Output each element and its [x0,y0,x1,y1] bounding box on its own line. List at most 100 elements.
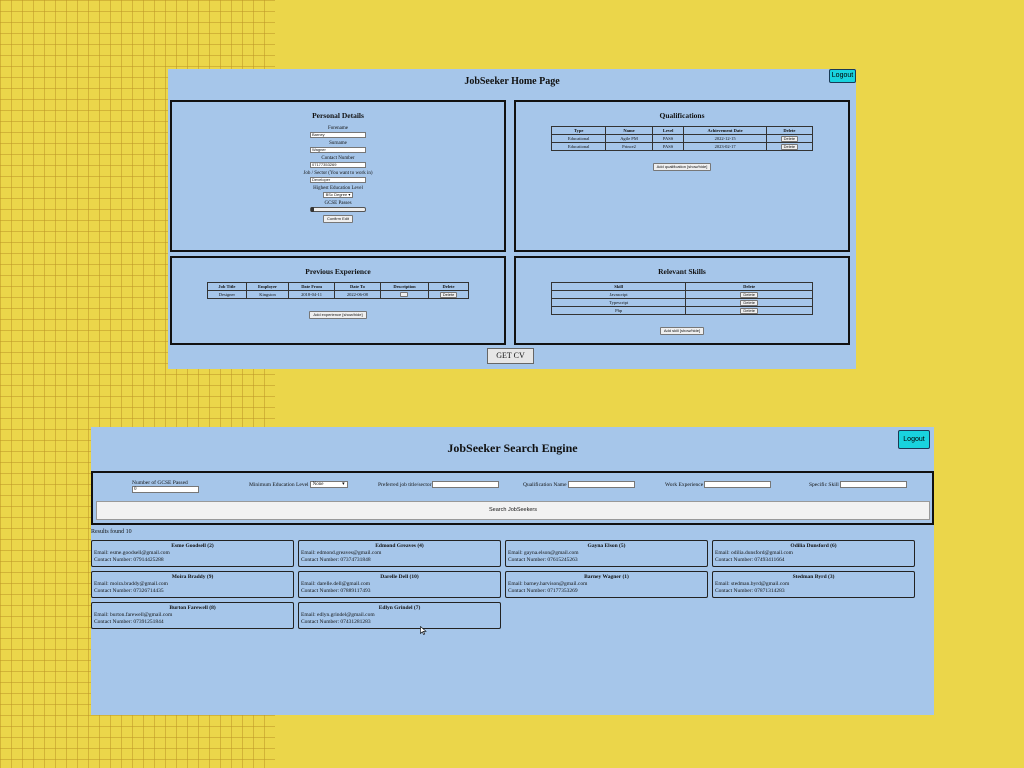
add-experience-button[interactable]: Add experience [show/hide] [309,311,367,319]
result-phone: Contact Number: 07374731848 [301,557,371,563]
result-card[interactable]: Stedman Byrd (3) Email: stedman.byrd@gma… [712,571,915,598]
education-level-select[interactable]: BSc Degree ▾ [322,192,354,198]
surname-input[interactable]: Wagner [310,147,366,153]
column-header: Employer [245,282,290,291]
education-filter: Minimum Education Level None ▾ [249,481,348,488]
table-cell: Educational [550,134,607,143]
contact-number-label: Contact Number [321,156,355,161]
chevron-down-icon: ▾ [342,482,345,487]
delete-button[interactable]: Delete [740,291,758,298]
confirm-edit-button[interactable]: Confirm Edit [322,215,353,223]
surname-label: Surname [329,141,347,146]
qualification-filter-input[interactable] [567,481,635,488]
result-name: Edmond Greaves (4) [375,543,424,549]
result-card[interactable]: Gayna Elson (5) Email: gayna.elson@gmail… [505,540,708,567]
table-cell: Delete [685,298,813,307]
skill-filter-input[interactable] [839,481,907,488]
result-name: Burton Farewell (8) [169,605,216,611]
table-cell: Educational [550,142,607,151]
table-cell: Delete [685,306,813,315]
table-cell: 2022-06-08 [333,290,381,299]
column-header: Delete [765,126,814,135]
delete-button[interactable]: Delete [740,299,758,306]
previous-experience-section: Previous Experience Job Title Employer D… [170,256,506,345]
result-phone: Contact Number: 07391251844 [94,619,164,625]
table-cell: Agile PM [605,134,653,143]
education-level-label: Highest Education Level [313,186,363,191]
table-cell: Delete [765,134,814,143]
column-header: Date To [333,282,381,291]
get-cv-button[interactable]: GET CV [487,348,534,364]
table-row: Javascript Delete [550,290,813,299]
experience-filter-input[interactable] [704,481,772,488]
table-cell [379,290,430,299]
result-card[interactable]: Burton Farewell (8) Email: burton.farewe… [91,602,294,629]
job-filter-input[interactable] [432,481,500,488]
skill-filter: Specific Skill [809,481,907,488]
page-title: JobSeeker Search Engine [447,441,578,455]
result-email: Email: moira.braddy@gmail.com [94,581,168,587]
delete-button[interactable]: Delete [780,135,799,142]
search-filters: Number of GCSE Passed 0 Minimum Educatio… [91,471,934,525]
result-email: Email: stedman.byrd@gmail.com [715,581,790,587]
result-card[interactable]: Edlyn Grindel (7) Email: edlyn.grindel@g… [298,602,501,629]
add-skill-button[interactable]: Add skill [show/hide] [659,327,705,335]
slider-thumb[interactable] [311,207,314,212]
result-card[interactable]: Esme Goodsell (2) Email: esme.goodsell@g… [91,540,294,567]
search-engine-window: Logout JobSeeker Search Engine Number of… [91,427,934,715]
column-header: Name [605,126,653,135]
result-email: Email: edmond.greaves@gmail.com [301,550,382,556]
column-header: Job Title [207,282,247,291]
table-row: Designer Kingston 2018-04-11 2022-06-08 … [207,290,469,299]
table-cell: PASS [651,134,685,143]
table-row: Php Delete [550,306,813,315]
result-email: Email: gayna.elson@gmail.com [508,550,579,556]
gcse-filter-input[interactable]: 0 [132,486,199,493]
table-cell: 2022-12-15 [683,134,767,143]
delete-button[interactable]: Delete [439,291,458,298]
result-card[interactable]: Odilia Dunsford (6) Email: odilia.dunsfo… [712,540,915,567]
result-name: Moira Braddy (9) [171,574,214,580]
result-card[interactable]: Darelle Dell (10) Email: darelle.dell@gm… [298,571,501,598]
column-header: Delete [428,282,469,291]
result-email: Email: edlyn.grindel@gmail.com [301,612,375,618]
result-phone: Contact Number: 07177353269 [508,588,578,594]
gcse-passes-label: GCSE Passes [324,201,352,206]
table-cell: Designer [207,290,247,299]
table-row: Educational Agile PM PASS 2022-12-15 Del… [550,134,814,143]
column-header: Achievement Date [683,126,767,135]
experience-table: Job Title Employer Date From Date To Des… [207,282,469,299]
table-cell: Php [550,306,687,315]
description-button[interactable] [400,291,409,297]
home-page-window: Logout JobSeeker Home Page Personal Deta… [168,69,856,369]
result-phone: Contact Number: 07914425288 [94,557,164,563]
forename-input[interactable]: Barney [310,132,366,138]
result-phone: Contact Number: 07326714435 [94,588,164,594]
forename-label: Forename [328,126,348,131]
relevant-skills-section: Relevant Skills Skill Delete Javascript … [514,256,850,345]
sector-input[interactable]: Developer [310,177,366,183]
delete-button[interactable]: Delete [740,307,758,314]
result-email: Email: esme.goodsell@gmail.com [94,550,170,556]
table-cell: Javascript [550,290,687,299]
qualification-filter: Qualification Name [523,481,635,488]
result-card[interactable]: Edmond Greaves (4) Email: edmond.greaves… [298,540,501,567]
contact-number-input[interactable]: 07177353269 [310,162,366,168]
add-qualification-button[interactable]: Add qualification [show/hide] [652,163,712,171]
result-phone: Contact Number: 07431281283 [301,619,371,625]
column-header: Level [651,126,685,135]
personal-details-section: Personal Details Forename Barney Surname… [170,100,506,252]
search-jobseekers-button[interactable]: Search JobSeekers [96,501,930,520]
qualification-filter-label: Qualification Name [523,481,567,488]
table-cell: Delete [685,290,813,299]
personal-details-form: Forename Barney Surname Wagner Contact N… [172,126,504,223]
result-card[interactable]: Barney Wagner (1) Email: barney.harvison… [505,571,708,598]
skill-filter-label: Specific Skill [809,481,839,488]
result-card[interactable]: Moira Braddy (9) Email: moira.braddy@gma… [91,571,294,598]
education-filter-select[interactable]: None ▾ [309,481,348,488]
delete-button[interactable]: Delete [780,143,799,150]
table-cell: Delete [765,142,814,151]
skills-table: Skill Delete Javascript Delete Typescrip… [550,282,813,315]
gcse-passes-slider[interactable] [310,207,366,212]
table-cell: Prince2 [605,142,653,151]
